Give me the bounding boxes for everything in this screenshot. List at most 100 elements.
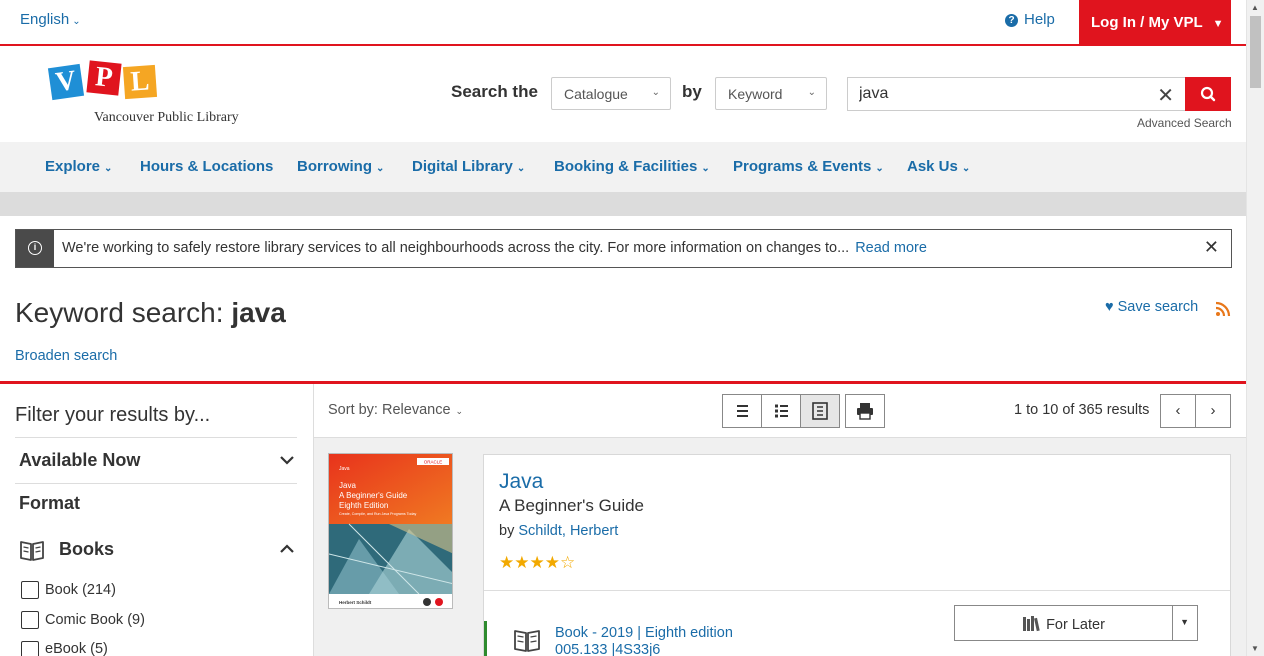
view-detailed-button[interactable] (800, 394, 840, 428)
close-icon[interactable]: ✕ (1204, 237, 1219, 258)
login-label: Log In / My VPL (1091, 14, 1203, 31)
chevron-up-icon[interactable] (279, 541, 295, 557)
help-link[interactable]: ? Help (1005, 11, 1055, 28)
chevron-down-icon: ⌄ (72, 16, 81, 27)
title-term: java (231, 297, 286, 328)
page-title: Keyword search: java (15, 297, 286, 329)
nav-hours-locations[interactable]: Hours & Locations (140, 158, 273, 175)
search-box: ✕ (847, 77, 1186, 111)
previous-page-button[interactable]: ‹ (1160, 394, 1196, 428)
cover-tagline: Create, Compile, and Run Java Programs T… (339, 512, 416, 516)
star-filled-icon: ★ (499, 553, 515, 572)
format-heading: Format (19, 493, 81, 513)
nav-programs-events[interactable]: Programs & Events ⌄ (733, 158, 884, 175)
alert-icon-box: i (16, 230, 54, 267)
sort-dropdown[interactable]: Sort by: Relevance ⌄ (328, 402, 463, 418)
checkbox-ebook[interactable] (21, 641, 39, 656)
search-input[interactable] (848, 78, 1148, 110)
filter-option-label[interactable]: Comic Book (9) (45, 612, 145, 628)
language-label: English (20, 11, 70, 28)
nav-label: Booking & Facilities (554, 158, 698, 175)
book-icon (514, 630, 540, 652)
login-button[interactable]: Log In / My VPL ▼ (1079, 0, 1231, 44)
view-list-button[interactable] (722, 394, 762, 428)
books-format-group[interactable]: Books (59, 539, 114, 560)
search-icon (1200, 86, 1216, 102)
chevron-down-icon: ⌄ (651, 87, 660, 98)
book-cover[interactable]: ORACLE Java Java A Beginner's Guide Eigh… (328, 453, 453, 609)
scrollbar-thumb[interactable] (1250, 16, 1261, 88)
detailed-view-icon (812, 402, 828, 420)
card-divider (484, 590, 1230, 591)
chevron-down-icon[interactable]: ▼ (1180, 617, 1189, 627)
results-count: 1 to 10 of 365 results (1014, 402, 1150, 418)
filter-divider (15, 437, 297, 438)
for-later-split-button: For Later ▼ (954, 605, 1198, 641)
for-later-label: For Later (1046, 617, 1105, 633)
search-button[interactable] (1185, 77, 1231, 111)
read-more-link[interactable]: Read more (855, 240, 927, 256)
cover-brand: ORACLE (424, 460, 443, 465)
top-divider (0, 44, 1246, 46)
search-type-select[interactable]: Keyword ⌄ (715, 77, 827, 110)
result-title-link[interactable]: Java (499, 470, 543, 494)
help-label: Help (1024, 11, 1055, 28)
availability-indicator (484, 621, 487, 656)
result-call-number: 005.133 |4S33j6 (555, 642, 661, 656)
search-scope-select[interactable]: Catalogue ⌄ (551, 77, 671, 110)
chevron-down-icon: ▼ (1212, 18, 1224, 30)
chevron-down-icon: ⌄ (701, 163, 710, 174)
cover-series: Java (339, 466, 350, 472)
scroll-down-icon[interactable]: ▼ (1251, 644, 1259, 653)
cover-title-line: Java (339, 481, 356, 490)
star-filled-icon: ★ (514, 553, 530, 572)
vpl-logo[interactable]: V P L Vancouver Public Library (47, 60, 258, 130)
checkbox-comic-book[interactable] (21, 611, 39, 629)
clear-icon[interactable]: ✕ (1157, 83, 1174, 108)
for-later-button[interactable]: For Later (955, 606, 1173, 640)
nav-borrowing[interactable]: Borrowing ⌄ (297, 158, 384, 175)
logo-tile-p: P (86, 60, 122, 96)
nav-explore[interactable]: Explore ⌄ (45, 158, 112, 175)
chevron-down-icon: ⌄ (961, 163, 971, 174)
filter-option-label[interactable]: Book (214) (45, 582, 116, 598)
result-format-link[interactable]: Book - 2019 | Eighth edition (555, 625, 733, 641)
next-page-button[interactable]: › (1195, 394, 1231, 428)
cover-title-line: Eighth Edition (339, 501, 388, 510)
advanced-search-link[interactable]: Advanced Search (1137, 116, 1232, 130)
checkbox-book[interactable] (21, 581, 39, 599)
language-selector[interactable]: English ⌄ (20, 11, 81, 28)
search-the-label: Search the (451, 82, 538, 101)
filter-option-label[interactable]: eBook (5) (45, 641, 108, 656)
chevron-down-icon: ⌄ (807, 87, 816, 98)
nav-label: Explore (45, 158, 101, 175)
print-button[interactable] (845, 394, 885, 428)
star-rating[interactable]: ★★★★☆ (499, 553, 575, 573)
sort-label: Sort by: Relevance (328, 402, 451, 418)
chevron-right-icon: › (1210, 402, 1216, 419)
save-search-link[interactable]: ♥ Save search (1105, 299, 1198, 315)
broaden-search-link[interactable]: Broaden search (15, 348, 117, 364)
chevron-left-icon: ‹ (1175, 402, 1181, 419)
result-byline: by Schildt, Herbert (499, 523, 618, 539)
rss-icon[interactable] (1215, 301, 1231, 317)
service-alert: i We're working to safely restore librar… (15, 229, 1232, 268)
nav-label: Programs & Events (733, 158, 872, 175)
author-link[interactable]: Schildt, Herbert (518, 523, 618, 539)
available-now-toggle[interactable]: Available Now (19, 450, 140, 471)
scrollbar[interactable]: ▲ ▼ (1246, 0, 1264, 656)
view-bullet-button[interactable] (761, 394, 801, 428)
nav-ask-us[interactable]: Ask Us ⌄ (907, 158, 970, 175)
nav-booking-facilities[interactable]: Booking & Facilities ⌄ (554, 158, 710, 175)
chevron-down-icon[interactable] (279, 452, 295, 468)
filter-title: Filter your results by... (15, 404, 211, 426)
nav-label: Digital Library (412, 158, 513, 175)
nav-digital-library[interactable]: Digital Library ⌄ (412, 158, 525, 175)
chevron-down-icon: ⌄ (875, 163, 884, 174)
chevron-down-icon: ⌄ (516, 163, 526, 174)
star-filled-icon: ★ (544, 553, 560, 572)
heart-icon: ♥ (1105, 299, 1114, 315)
print-icon (857, 403, 873, 420)
scroll-up-icon[interactable]: ▲ (1251, 3, 1259, 12)
cover-title-line: A Beginner's Guide (339, 491, 408, 500)
